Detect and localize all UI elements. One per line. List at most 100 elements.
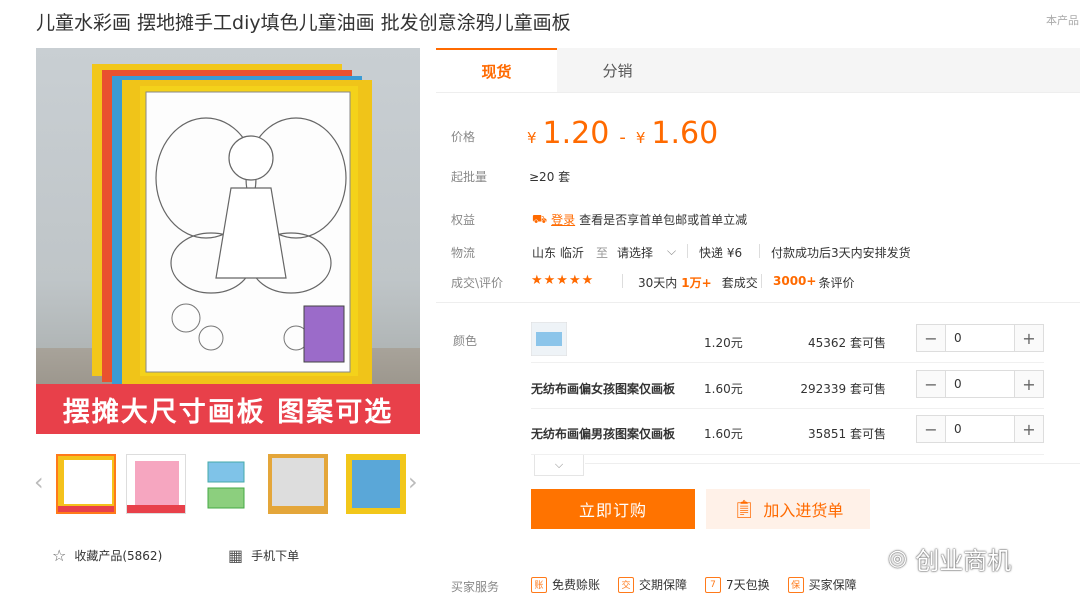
sku-row: 无纺布画偏女孩图案仅画板 1.60元 292339 套可售 − 0 +: [531, 370, 1044, 406]
sku-row: 无纺布画偏男孩图案仅画板 1.60元 35851 套可售 − 0 +: [531, 415, 1044, 451]
watermark: ◎ 创业商机: [888, 541, 1011, 576]
plus-icon[interactable]: +: [1015, 325, 1043, 351]
quantity-stepper: − 0 +: [916, 415, 1044, 443]
sku-label: 颜色: [453, 334, 478, 348]
buy-now-button[interactable]: 立即订购: [531, 489, 695, 529]
service-label: 7天包换: [726, 578, 770, 592]
sku-stock: 45362 套可售: [808, 336, 886, 350]
star-outline-icon: ☆: [52, 546, 67, 565]
add-to-cart-label: 加入进货单: [763, 501, 844, 520]
coupon-icon: ⛟: [532, 211, 548, 226]
add-to-cart-button[interactable]: 📋︎ 加入进货单: [706, 489, 870, 529]
service-credit[interactable]: 账免费赊账: [531, 576, 600, 593]
plus-icon[interactable]: +: [1015, 371, 1043, 397]
logistics-to-word: 至: [596, 246, 609, 260]
sold-count-row: 30天内 1万+ 套成交: [638, 274, 758, 291]
tab-spot[interactable]: 现货: [436, 48, 557, 92]
price-label: 价格: [451, 130, 476, 144]
review-count-row[interactable]: 3000+ 条评价: [773, 274, 854, 291]
thumbnail-strip: ‹ ›: [34, 450, 420, 520]
review-count: 3000+: [773, 274, 817, 288]
minus-icon[interactable]: −: [917, 416, 945, 442]
logistics-label: 物流: [451, 246, 476, 260]
services-label: 买家服务: [451, 580, 500, 594]
currency-symbol: ¥: [527, 129, 537, 147]
shield-icon: 保: [787, 576, 804, 593]
quantity-input[interactable]: 0: [945, 325, 1015, 351]
logistics-from: 山东 临沂: [532, 246, 584, 260]
thumbnail-2[interactable]: [126, 454, 186, 514]
sku-row: 1.20元 45362 套可售 − 0 +: [531, 322, 1044, 360]
thumbnail-next-icon[interactable]: ›: [408, 468, 418, 496]
service-label: 买家保障: [808, 578, 857, 592]
price-dash: -: [619, 127, 626, 148]
sku-name: 无纺布画偏男孩图案仅画板: [531, 427, 676, 441]
expand-sku-button[interactable]: ⌵: [534, 455, 584, 476]
thumbnail-prev-icon[interactable]: ‹: [34, 468, 44, 496]
currency-symbol-2: ¥: [635, 129, 646, 147]
service-exchange[interactable]: 7 7天包换: [705, 576, 770, 593]
corner-note: 本产品: [1046, 14, 1079, 27]
sku-price: 1.60元: [704, 427, 743, 441]
product-title: 儿童水彩画 摆地摊手工diy填色儿童油画 批发创意涂鸦儿童画板: [36, 12, 571, 34]
rating-stars-icon: ★★★★★: [531, 273, 595, 288]
drawing-boards-illustration: [92, 64, 372, 388]
service-delivery[interactable]: 交交期保障: [618, 576, 687, 593]
divider: [761, 274, 762, 288]
region-select[interactable]: 请选择 ⌵: [617, 244, 676, 261]
favorite-button[interactable]: ☆ 收藏产品(5862): [52, 546, 162, 565]
quantity-input[interactable]: 0: [945, 416, 1015, 442]
quantity-stepper: − 0 +: [916, 324, 1044, 352]
price-min: 1.20: [542, 116, 610, 151]
exchange-icon: 7: [705, 576, 722, 593]
sold-suffix: 套成交: [721, 276, 758, 290]
review-suffix: 条评价: [818, 276, 855, 290]
thumbnail-3[interactable]: [196, 454, 256, 514]
sku-stock: 35851 套可售: [808, 427, 886, 441]
minus-icon[interactable]: −: [917, 371, 945, 397]
thumbnail-5[interactable]: [346, 454, 406, 514]
price-range: ¥ 1.20 - ¥ 1.60: [527, 116, 718, 151]
benefits-row: ⛟ 登录 查看是否享首单包邮或首单立减: [532, 211, 747, 228]
row-divider: [531, 408, 1044, 409]
mobile-order-label: 手机下单: [251, 549, 300, 563]
express-fee: 快递 ¥6: [699, 246, 743, 260]
sku-price: 1.20元: [704, 336, 743, 350]
sku-price: 1.60元: [704, 382, 743, 396]
service-label: 免费赊账: [552, 578, 601, 592]
service-protection[interactable]: 保买家保障: [787, 576, 857, 593]
wechat-icon: ◎: [888, 546, 908, 571]
sku-name: 无纺布画偏女孩图案仅画板: [531, 382, 676, 396]
sku-thumbnail[interactable]: [531, 322, 567, 356]
services-list: 账免费赊账 交交期保障 7 7天包换 保买家保障: [531, 576, 857, 593]
sold-count: 1万+: [681, 276, 712, 290]
thumbnail-1[interactable]: [56, 454, 116, 514]
main-product-image[interactable]: 摆摊大尺寸画板 图案可选: [36, 48, 420, 434]
row-divider: [531, 454, 1044, 455]
minus-icon[interactable]: −: [917, 325, 945, 351]
moq-label: 起批量: [451, 170, 488, 184]
quantity-stepper: − 0 +: [916, 370, 1044, 398]
tab-bar: 现货 分销: [436, 48, 1080, 93]
qrcode-icon: ▦: [228, 546, 244, 565]
plus-icon[interactable]: +: [1015, 416, 1043, 442]
tab-distribution[interactable]: 分销: [557, 48, 678, 92]
sku-stock: 292339 套可售: [800, 382, 886, 396]
mobile-order-button[interactable]: ▦ 手机下单: [228, 546, 299, 565]
credit-icon: 账: [531, 576, 547, 593]
image-banner: 摆摊大尺寸画板 图案可选: [36, 384, 420, 434]
chevron-down-icon: ⌵: [667, 244, 677, 258]
benefits-label: 权益: [451, 213, 476, 227]
login-link[interactable]: 登录: [551, 211, 575, 228]
moq-value: ≥20 套: [529, 170, 571, 184]
reviews-label: 成交\评价: [451, 276, 504, 290]
delivery-icon: 交: [618, 576, 635, 593]
divider: [622, 274, 623, 288]
divider: [687, 244, 688, 258]
benefits-text: 查看是否享首单包邮或首单立减: [579, 213, 748, 227]
divider: [759, 244, 760, 258]
thumbnail-4[interactable]: [268, 454, 328, 514]
chevron-down-icon: ⌵: [554, 458, 564, 471]
quantity-input[interactable]: 0: [945, 371, 1015, 397]
shipping-note: 付款成功后3天内安排发货: [771, 246, 911, 260]
